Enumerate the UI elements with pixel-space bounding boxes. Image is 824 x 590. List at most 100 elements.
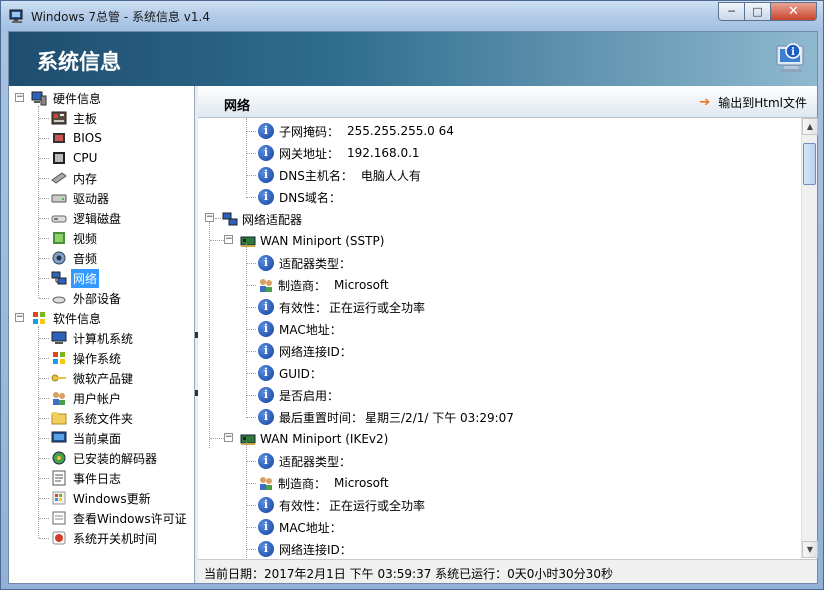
scroll-up-button[interactable]: ▲ (802, 118, 818, 135)
adapter-name: WAN Miniport (IKEv2) (260, 432, 389, 446)
arrow-down-icon: ▼ (806, 545, 814, 554)
tree-item-motherboard[interactable]: 主板 (51, 108, 99, 128)
navigation-tree: − 硬件信息 主板 BIOS CPU 内存 驱动器 逻辑磁盘 视频 音频 网络 … (9, 86, 195, 583)
window-title: Windows 7总管 - 系统信息 v1.4 (31, 10, 210, 24)
tree-item-bios[interactable]: BIOS (51, 128, 104, 148)
close-button[interactable]: ✕ (771, 2, 817, 21)
detail-row: i 网关地址： 192.168.0.1 (258, 142, 420, 164)
tree-item-os[interactable]: 操作系统 (51, 348, 123, 368)
adapter1-expander[interactable]: − (224, 235, 233, 244)
tree-label: 硬件信息 (53, 91, 102, 106)
tree-item-event-log[interactable]: 事件日志 (51, 468, 123, 488)
tree-label: 操作系统 (73, 351, 122, 366)
cpu-icon (53, 152, 65, 164)
event-log-icon (52, 470, 66, 486)
detail-row: i DNS主机名： 电脑人人有 (258, 164, 421, 186)
export-html-button[interactable]: ➔ 输出到Html文件 (699, 94, 807, 111)
tree-item-computer-system[interactable]: 计算机系统 (51, 328, 135, 348)
windows-logo-icon (33, 312, 45, 324)
maximize-button[interactable]: □ (745, 2, 771, 21)
manufacturer-icon (260, 477, 272, 490)
tree-node-software[interactable]: 软件信息 (31, 308, 103, 328)
tree-item-product-key[interactable]: 微软产品键 (51, 368, 135, 388)
detail-value: Microsoft (334, 278, 389, 292)
tree-item-network[interactable]: 网络 (51, 268, 100, 288)
hardware-expander[interactable]: − (15, 93, 24, 102)
detail-key: 网络连接ID： (279, 344, 352, 359)
tree-label: 外部设备 (73, 291, 122, 306)
adapter2-expander[interactable]: − (224, 433, 233, 442)
tree-item-audio[interactable]: 音频 (51, 248, 99, 268)
detail-key: DNS主机名： (279, 168, 353, 183)
tree-label: 事件日志 (73, 471, 122, 486)
info-icon: i (258, 167, 274, 183)
info-icon: i (258, 145, 274, 161)
tree-node-hardware[interactable]: 硬件信息 (31, 88, 103, 108)
desktop-icon (51, 431, 67, 443)
mouse-icon (52, 296, 66, 304)
adapter-node[interactable]: WAN Miniport (IKEv2) (240, 428, 388, 450)
tree-item-drives[interactable]: 驱动器 (51, 188, 111, 208)
detail-value: 正在运行或全功率 (329, 300, 426, 315)
network-icon (51, 271, 67, 285)
detail-key: DNS域名： (279, 190, 341, 205)
tree-label: 已安装的解码器 (73, 451, 158, 466)
tree-item-license[interactable]: 查看Windows许可证 (51, 508, 189, 528)
license-icon (52, 511, 66, 525)
detail-key: 适配器类型： (279, 454, 352, 469)
title-bar[interactable]: Windows 7总管 - 系统信息 v1.4 ─ □ ✕ (1, 1, 823, 31)
info-icon: i (258, 519, 274, 535)
adapters-expander[interactable]: − (205, 213, 214, 222)
tree-item-boot-time[interactable]: 系统开关机时间 (51, 528, 159, 548)
detail-value: 星期三/2/1/ 下午 03:29:07 (365, 410, 514, 425)
tree-item-system-folders[interactable]: 系统文件夹 (51, 408, 135, 428)
tree-label: 系统开关机时间 (73, 531, 158, 546)
video-icon (53, 232, 65, 244)
adapters-group-node[interactable]: 网络适配器 (222, 208, 302, 230)
manufacturer-icon (260, 279, 272, 292)
tree-label: 微软产品键 (73, 371, 134, 386)
detail-key: GUID： (279, 366, 322, 381)
adapter-name: WAN Miniport (SSTP) (260, 234, 385, 248)
adapter-node[interactable]: WAN Miniport (SSTP) (240, 230, 384, 252)
scroll-down-button[interactable]: ▼ (802, 541, 818, 558)
arrow-right-icon: ➔ (699, 95, 711, 110)
key-icon (51, 374, 66, 382)
tree-item-cpu[interactable]: CPU (51, 148, 99, 168)
app-window: Windows 7总管 - 系统信息 v1.4 ─ □ ✕ 系统信息 i − 硬… (0, 0, 824, 590)
tree-item-windows-update[interactable]: Windows更新 (51, 488, 153, 508)
tree-item-peripherals[interactable]: 外部设备 (51, 288, 123, 308)
detail-key: MAC地址： (279, 520, 342, 535)
info-icon: i (258, 365, 274, 381)
scroll-thumb[interactable] (803, 143, 816, 185)
minimize-button[interactable]: ─ (718, 2, 745, 21)
tree-label: 网络 (71, 268, 100, 288)
memory-icon (51, 172, 67, 184)
tree-item-logical-disk[interactable]: 逻辑磁盘 (51, 208, 123, 228)
tree-item-memory[interactable]: 内存 (51, 168, 99, 188)
detail-row: i GUID： (258, 362, 330, 384)
detail-row: i DNS域名： (258, 186, 349, 208)
status-bar: 当前日期：2017年2月1日 下午 03:59:37 系统已运行：0天0小时30… (198, 559, 817, 583)
detail-key: MAC地址： (279, 322, 342, 337)
detail-row: i 子网掩码： 255.255.255.0 64 (258, 120, 454, 142)
vertical-scrollbar[interactable]: ▲ ▼ (801, 118, 818, 558)
tree-label: 系统文件夹 (73, 411, 134, 426)
tree-item-user-accounts[interactable]: 用户帐户 (51, 388, 123, 408)
detail-tree: i 子网掩码： 255.255.255.0 64 i 网关地址： 192.168… (198, 118, 801, 558)
detail-row: i 网络连接ID： (258, 340, 360, 362)
arrow-up-icon: ▲ (806, 122, 814, 131)
detail-pane: 网络 ➔ 输出到Html文件 i 子网掩码： 255.255.255.0 64 (198, 86, 818, 583)
monitor-icon (9, 9, 23, 23)
software-expander[interactable]: − (15, 313, 24, 322)
info-icon: i (258, 497, 274, 513)
tree-item-desktop[interactable]: 当前桌面 (51, 428, 123, 448)
tree-item-codecs[interactable]: 已安装的解码器 (51, 448, 159, 468)
detail-row: i 最后重置时间： 星期三/2/1/ 下午 03:29:07 (258, 406, 514, 428)
tree-item-video[interactable]: 视频 (51, 228, 99, 248)
tree-label: CPU (73, 151, 98, 165)
tree-label: 计算机系统 (73, 331, 134, 346)
detail-key: 有效性： (279, 498, 328, 513)
detail-row: 制造商： Microsoft (258, 274, 389, 296)
detail-row: i 有效性： 正在运行或全功率 (258, 494, 425, 516)
